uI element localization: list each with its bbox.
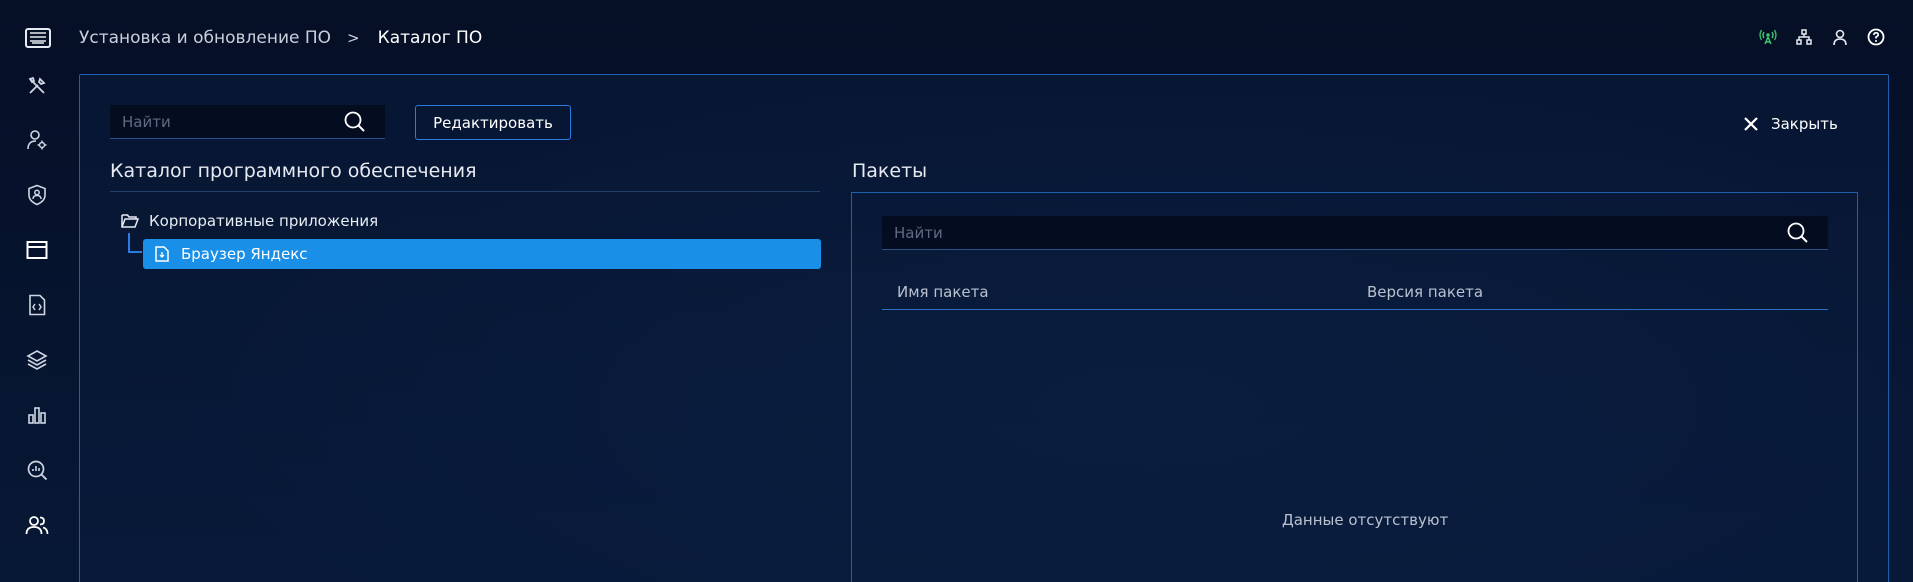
close-icon	[1744, 117, 1758, 131]
top-icons	[1759, 28, 1885, 46]
empty-state-text: Данные отсутствуют	[1282, 511, 1449, 529]
network-icon[interactable]	[1795, 28, 1813, 46]
close-label: Закрыть	[1771, 115, 1838, 133]
shield-user-icon	[28, 184, 46, 206]
search-chart-icon	[27, 460, 48, 481]
layers-icon	[26, 350, 48, 370]
catalog-search	[110, 105, 385, 139]
sidebar	[0, 64, 74, 582]
user-icon[interactable]	[1831, 28, 1849, 46]
broadcast-icon[interactable]	[1759, 28, 1777, 46]
tree-folder[interactable]: Корпоративные приложения	[121, 212, 378, 230]
user-settings-icon	[27, 130, 47, 150]
folder-open-icon	[121, 214, 139, 228]
packages-search	[882, 216, 1828, 250]
sidebar-item-analytics[interactable]	[25, 458, 49, 482]
column-header-name[interactable]: Имя пакета	[897, 283, 989, 301]
catalog-search-input[interactable]	[110, 112, 343, 131]
sidebar-item-software[interactable]	[25, 238, 49, 262]
bar-chart-icon	[28, 407, 46, 424]
sidebar-item-security[interactable]	[25, 183, 49, 207]
package-file-icon	[155, 246, 169, 262]
packages-search-input[interactable]	[882, 223, 1786, 242]
breadcrumb-parent[interactable]: Установка и обновление ПО	[79, 28, 331, 48]
logo-icon[interactable]	[24, 26, 52, 52]
tree-folder-label: Корпоративные приложения	[149, 212, 379, 230]
tree-item-label: Браузер Яндекс	[181, 245, 308, 263]
sidebar-item-user-settings[interactable]	[25, 128, 49, 152]
window-icon	[26, 241, 48, 259]
sidebar-item-tools[interactable]	[25, 74, 49, 98]
sidebar-item-code[interactable]	[25, 293, 49, 317]
app-window: Установка и обновление ПО > Каталог ПО Н…	[0, 0, 1913, 582]
packages-title: Пакеты	[852, 160, 928, 182]
search-icon[interactable]	[1786, 221, 1810, 245]
breadcrumb: Установка и обновление ПО > Каталог ПО	[79, 28, 482, 48]
tree-item-selected[interactable]: Браузер Яндекс	[143, 239, 821, 269]
top-bar: Установка и обновление ПО > Каталог ПО	[0, 0, 1913, 74]
divider	[110, 191, 820, 192]
help-icon[interactable]	[1867, 28, 1885, 46]
edit-button[interactable]: Редактировать	[415, 105, 571, 140]
search-icon[interactable]	[343, 110, 367, 134]
sidebar-item-layers[interactable]	[25, 348, 49, 372]
breadcrumb-separator: >	[347, 29, 360, 47]
column-header-version[interactable]: Версия пакета	[1367, 283, 1483, 301]
tools-icon	[28, 76, 46, 94]
packages-table-header: Имя пакета Версия пакета	[882, 280, 1828, 310]
users-icon	[25, 516, 49, 535]
sidebar-item-users[interactable]	[25, 513, 49, 537]
close-button[interactable]: Закрыть	[1743, 115, 1838, 133]
tree-connector	[128, 233, 142, 253]
sidebar-item-reports[interactable]	[25, 403, 49, 427]
code-file-icon	[29, 294, 46, 316]
catalog-title: Каталог программного обеспечения	[110, 160, 477, 182]
breadcrumb-current: Каталог ПО	[377, 28, 483, 48]
